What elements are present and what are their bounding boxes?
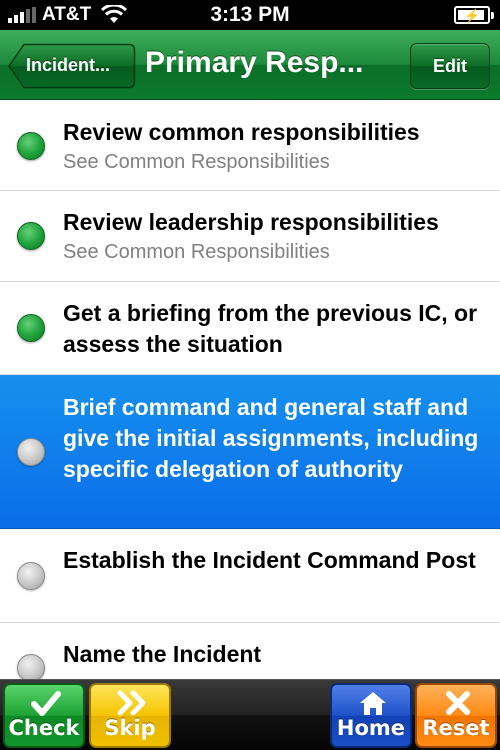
skip-button-label: Skip [104,716,156,740]
navigation-bar: Incident... Primary Resp... Edit [0,30,500,100]
item-title: Get a briefing from the previous IC, or … [63,300,478,357]
home-button[interactable]: Home [330,683,412,748]
back-button-label: Incident... [26,55,111,75]
edit-button[interactable]: Edit [410,43,490,89]
list-item[interactable]: Establish the Incident Command Post [0,529,500,623]
home-button-label: Home [336,716,406,740]
item-title: Name the Incident [63,641,262,667]
page-title: Primary Resp... [145,46,364,79]
check-button[interactable]: Check [3,683,85,748]
bottom-toolbar: Check Skip Home Reset [0,679,500,750]
back-button[interactable]: Incident... [8,43,136,89]
item-subtitle: See Common Responsibilities [63,241,330,263]
battery-charging-icon: ⚡ [454,6,494,24]
status-dot-checked-icon [17,314,45,342]
skip-button[interactable]: Skip [89,683,171,748]
reset-button[interactable]: Reset [415,683,497,748]
item-title: Review leadership responsibilities [63,209,439,235]
list-item[interactable]: Name the Incident [0,623,500,679]
item-title: Brief command and general staff and give… [63,394,479,482]
status-dot-unchecked-icon [17,562,45,590]
clock: 3:13 PM [210,3,290,26]
check-button-label: Check [8,716,80,740]
status-dot-checked-icon [17,132,45,160]
reset-button-label: Reset [422,716,490,740]
status-dot-unchecked-icon [17,654,45,679]
item-title: Review common responsibilities [63,119,420,145]
responsibilities-list: Review common responsibilities See Commo… [0,101,500,679]
checkmark-icon [31,691,61,716]
status-dot-checked-icon [17,222,45,250]
double-chevron-icon [117,690,146,716]
item-title: Establish the Incident Command Post [63,547,476,573]
item-subtitle: See Common Responsibilities [63,151,330,173]
status-bar: AT&T 3:13 PM ⚡ [0,0,500,30]
list-item[interactable]: Review common responsibilities See Commo… [0,101,500,191]
x-icon [446,691,470,715]
house-icon [360,692,386,715]
list-item[interactable]: Get a briefing from the previous IC, or … [0,282,500,375]
list-item-selected[interactable]: Brief command and general staff and give… [0,375,500,529]
status-dot-unchecked-icon [17,438,45,466]
list-item[interactable]: Review leadership responsibilities See C… [0,191,500,282]
